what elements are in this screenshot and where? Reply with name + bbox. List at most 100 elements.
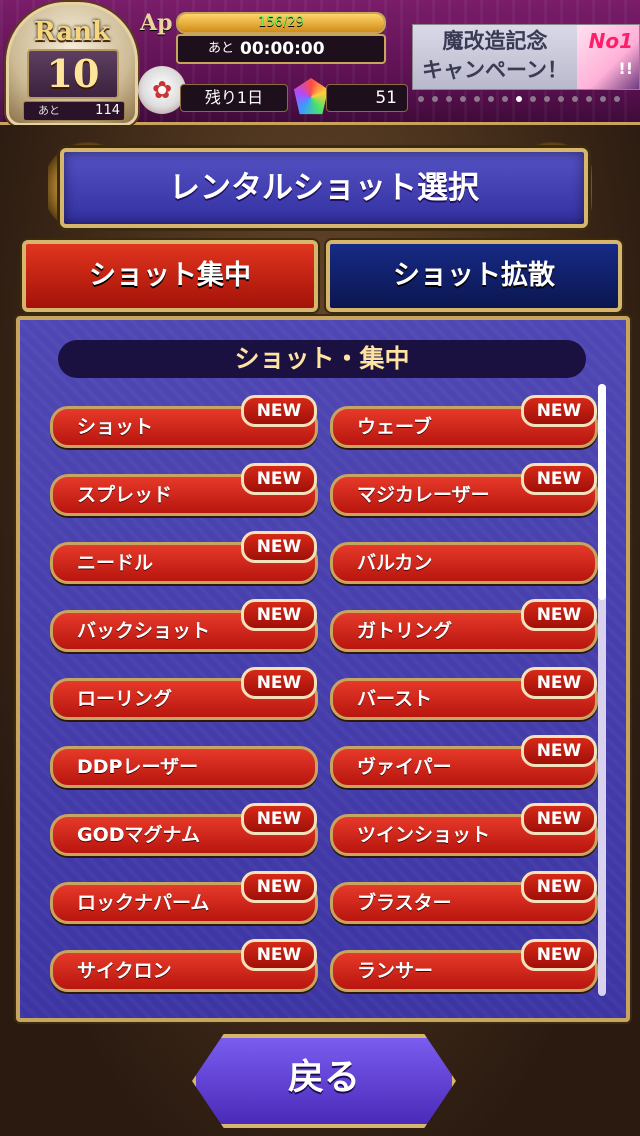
page-dot[interactable] (418, 96, 424, 102)
campaign-title: 魔改造記念 キャンペーン！ (415, 27, 575, 85)
back-button-label: 戻る (287, 1057, 360, 1098)
rank-next-label: あと (38, 104, 60, 117)
new-badge-label: NEW (536, 673, 582, 693)
shot-item-label: ウェーブ (357, 416, 432, 438)
shot-list-panel: ショット・集中 ショット NEW ウェーブ NEW スプレッド NEW マジカレーザー NEW… (16, 316, 630, 1022)
shot-item-label: ヴァイパー (357, 756, 452, 778)
shot-item[interactable]: バックショット NEW (50, 599, 318, 652)
shot-item[interactable]: ショット NEW (50, 395, 318, 448)
new-badge: NEW (241, 599, 317, 631)
new-badge-label: NEW (256, 605, 302, 625)
new-badge: NEW (521, 667, 597, 699)
campaign-banner[interactable]: 魔改造記念 キャンペーン！ No1 !! (412, 24, 640, 90)
new-badge-label: NEW (536, 741, 582, 761)
new-badge-label: NEW (256, 537, 302, 557)
page-dot[interactable] (488, 96, 494, 102)
new-badge: NEW (241, 463, 317, 495)
tab-label: ショット集中 (89, 260, 251, 291)
page-dot[interactable] (600, 96, 606, 102)
page-dot[interactable] (558, 96, 564, 102)
shot-item[interactable]: ランサー NEW (330, 939, 598, 992)
rank-next-value: 114 (95, 103, 120, 118)
shot-item-label: マジカレーザー (357, 484, 490, 506)
page-dot[interactable] (544, 96, 550, 102)
page-dot[interactable] (432, 96, 438, 102)
shot-item-label: バースト (357, 688, 433, 710)
page-dot[interactable] (572, 96, 578, 102)
title-plate: レンタルショット選択 (60, 148, 588, 228)
new-badge: NEW (521, 803, 597, 835)
page-dot[interactable] (530, 96, 536, 102)
tab-shot-focus[interactable]: ショット集中 (22, 240, 318, 312)
tab-shot-spread[interactable]: ショット拡散 (326, 240, 622, 312)
new-badge: NEW (241, 531, 317, 563)
rank-number-box: 10 (27, 49, 119, 99)
gem-count-box: 51 (326, 84, 408, 112)
new-badge-label: NEW (536, 809, 582, 829)
list-scrollbar[interactable] (598, 384, 606, 996)
new-badge-label: NEW (256, 401, 302, 421)
new-badge: NEW (241, 667, 317, 699)
shot-item-label: DDPレーザー (77, 756, 199, 778)
page-dot[interactable] (474, 96, 480, 102)
ap-bar: 156/29 (176, 12, 386, 34)
shot-item[interactable]: バースト NEW (330, 667, 598, 720)
shot-item-label: ショット (77, 416, 154, 438)
back-button[interactable]: 戻る (192, 1034, 456, 1128)
shot-item-label: ニードル (77, 552, 154, 574)
ap-value: 156/29 (258, 15, 304, 30)
new-badge: NEW (521, 599, 597, 631)
shot-item[interactable]: ロックナパーム NEW (50, 871, 318, 924)
shot-item-label: スプレッド (77, 484, 173, 506)
shot-item[interactable]: ヴァイパー NEW (330, 735, 598, 788)
new-badge-label: NEW (536, 877, 582, 897)
shot-item[interactable]: サイクロン NEW (50, 939, 318, 992)
new-badge-label: NEW (256, 877, 302, 897)
rank-number: 10 (46, 51, 100, 96)
shot-item[interactable]: ウェーブ NEW (330, 395, 598, 448)
shot-item[interactable]: ツインショット NEW (330, 803, 598, 856)
new-badge-label: NEW (256, 469, 302, 489)
campaign-art: No1 !! (577, 25, 639, 89)
scrollbar-thumb[interactable] (598, 384, 606, 600)
new-badge: NEW (521, 463, 597, 495)
shot-item[interactable]: マジカレーザー NEW (330, 463, 598, 516)
new-badge-label: NEW (536, 401, 582, 421)
shot-item-label: ローリング (77, 688, 173, 710)
days-left: 残り1日 (204, 88, 264, 107)
new-badge: NEW (521, 939, 597, 971)
shot-item[interactable]: ニードル NEW (50, 531, 318, 584)
shot-item[interactable]: ローリング NEW (50, 667, 318, 720)
new-badge: NEW (241, 395, 317, 427)
page-dot[interactable] (460, 96, 466, 102)
status-bar: Rank 10 あと 114 Ap 156/29 あと 00:00:00 ✿ 残… (0, 0, 640, 126)
shot-item-label: ブラスター (357, 892, 452, 914)
new-badge-label: NEW (256, 673, 302, 693)
shot-item-label: ガトリング (357, 620, 453, 642)
tab-label: ショット拡散 (393, 260, 555, 291)
new-badge: NEW (241, 939, 317, 971)
shot-item[interactable]: ガトリング NEW (330, 599, 598, 652)
new-badge: NEW (521, 395, 597, 427)
shot-item-label: GODマグナム (77, 824, 200, 846)
shot-item[interactable]: バルカン (330, 542, 598, 584)
page-dot[interactable] (516, 96, 522, 102)
page-dot[interactable] (446, 96, 452, 102)
shot-item[interactable]: スプレッド NEW (50, 463, 318, 516)
banner-page-dots (418, 96, 634, 104)
page-dot[interactable] (502, 96, 508, 102)
page-dot[interactable] (614, 96, 620, 102)
new-badge: NEW (521, 871, 597, 903)
shot-item[interactable]: DDPレーザー (50, 746, 318, 788)
shot-item-label: サイクロン (77, 960, 172, 982)
shot-item[interactable]: GODマグナム NEW (50, 803, 318, 856)
page-dot[interactable] (586, 96, 592, 102)
ap-label: Ap (140, 10, 173, 36)
campaign-sub: !! (618, 59, 633, 78)
rank-label: Rank (34, 17, 110, 47)
campaign-badge: No1 (588, 29, 633, 53)
gem-count: 51 (375, 88, 397, 108)
shot-item[interactable]: ブラスター NEW (330, 871, 598, 924)
new-badge: NEW (241, 803, 317, 835)
ap-timer-box: あと 00:00:00 (176, 34, 386, 64)
